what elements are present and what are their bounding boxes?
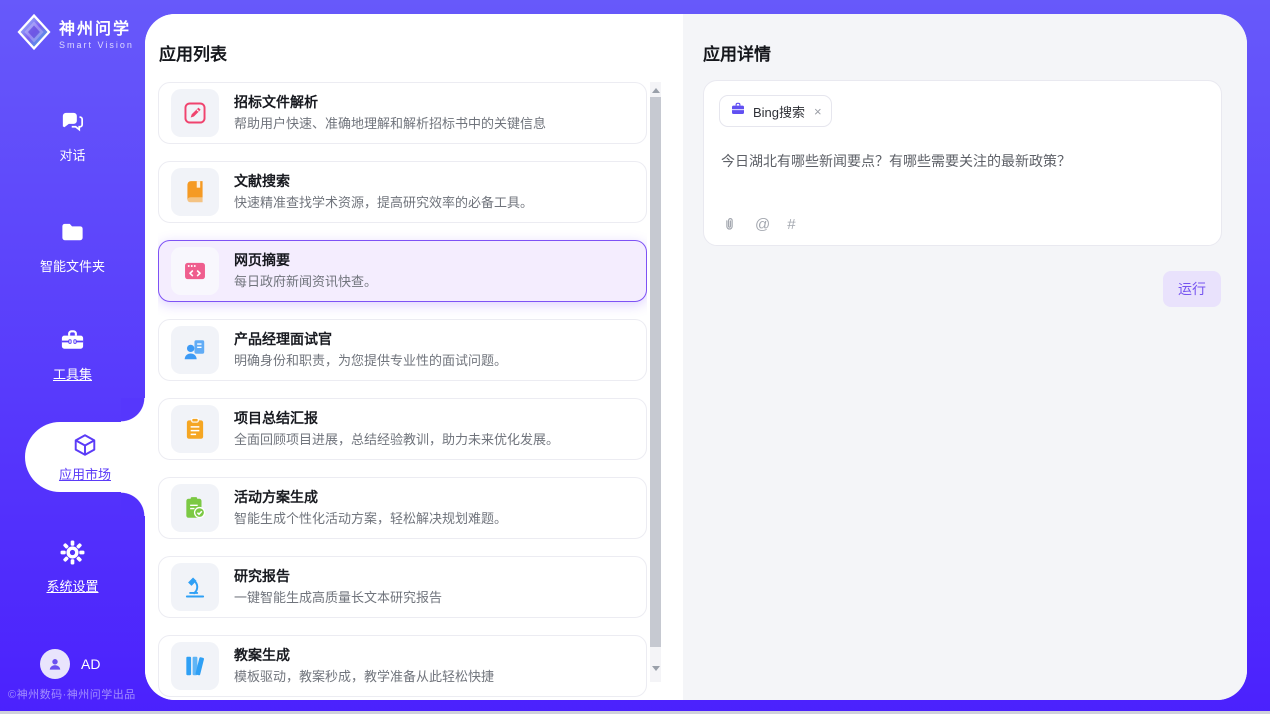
app-card[interactable]: 教案生成模板驱动，教案秒成，教学准备从此轻松快捷 [158, 635, 647, 697]
app-card-text: 网页摘要每日政府新闻资讯快查。 [234, 251, 377, 291]
diamond-logo-icon [17, 13, 51, 51]
brand-tagline: Smart Vision [59, 40, 134, 50]
app-card-desc: 模板驱动，教案秒成，教学准备从此轻松快捷 [234, 668, 494, 686]
app-card[interactable]: 招标文件解析帮助用户快速、准确地理解和解析招标书中的关键信息 [158, 82, 647, 144]
app-card[interactable]: 研究报告一键智能生成高质量长文本研究报告 [158, 556, 647, 618]
attachment-toolbar: @# [721, 216, 796, 233]
sidebar-item-settings[interactable]: 系统设置 [0, 539, 145, 595]
app-detail-panel: 应用详情 Bing搜索 × 今日湖北有哪些新闻要点？有哪些需要关注的最新政策？ … [683, 14, 1247, 700]
app-card[interactable]: 活动方案生成智能生成个性化活动方案，轻松解决规划难题。 [158, 477, 647, 539]
sidebar-item-label: 智能文件夹 [0, 256, 145, 275]
toolbox-icon [59, 341, 86, 358]
user-account[interactable]: AD [40, 649, 100, 679]
app-list-panel: 应用列表 招标文件解析帮助用户快速、准确地理解和解析招标书中的关键信息文献搜索快… [145, 14, 683, 700]
brand-name: 神州问学 [59, 15, 134, 39]
app-card-title: 项目总结汇报 [234, 409, 559, 428]
hash-icon[interactable]: # [787, 217, 795, 232]
app-card-desc: 一键智能生成高质量长文本研究报告 [234, 589, 442, 607]
app-card[interactable]: 网页摘要每日政府新闻资讯快查。 [158, 240, 647, 302]
app-card-title: 招标文件解析 [234, 93, 546, 112]
books-icon [171, 642, 219, 690]
main-window: 应用列表 招标文件解析帮助用户快速、准确地理解和解析招标书中的关键信息文献搜索快… [145, 14, 1247, 700]
app-card-title: 网页摘要 [234, 251, 377, 270]
bubble-fillet-bottom [121, 492, 145, 516]
book-icon [171, 168, 219, 216]
sidebar-item-tools[interactable]: 工具集 [0, 327, 145, 383]
app-card-title: 文献搜索 [234, 172, 533, 191]
app-card-text: 招标文件解析帮助用户快速、准确地理解和解析招标书中的关键信息 [234, 93, 546, 133]
scroll-down-icon[interactable] [650, 662, 661, 674]
tool-chip-label: Bing搜索 [753, 102, 805, 121]
scrollbar[interactable] [650, 82, 661, 682]
app-card-title: 教案生成 [234, 646, 494, 665]
doc-edit-icon [171, 89, 219, 137]
tool-chip-bing-search[interactable]: Bing搜索 × [719, 95, 832, 127]
app-card-text: 产品经理面试官明确身份和职责，为您提供专业性的面试问题。 [234, 330, 507, 370]
user-icon [46, 655, 64, 673]
scroll-up-icon[interactable] [650, 84, 661, 96]
app-list-title: 应用列表 [159, 40, 227, 65]
microscope-icon [171, 563, 219, 611]
app-card-title: 产品经理面试官 [234, 330, 507, 349]
folder-icon [59, 233, 86, 250]
app-card-desc: 每日政府新闻资讯快查。 [234, 273, 377, 291]
sidebar-item-label: 应用市场 [25, 464, 145, 483]
web-code-icon [171, 247, 219, 295]
copyright-footer: ©神州数码·神州问学出品 [8, 686, 136, 702]
avatar [40, 649, 70, 679]
sidebar-item-label: 对话 [0, 145, 145, 164]
app-card-text: 教案生成模板驱动，教案秒成，教学准备从此轻松快捷 [234, 646, 494, 686]
app-card-text: 研究报告一键智能生成高质量长文本研究报告 [234, 567, 442, 607]
query-text[interactable]: 今日湖北有哪些新闻要点？有哪些需要关注的最新政策？ [721, 151, 1204, 171]
app-detail-title: 应用详情 [703, 40, 771, 65]
sidebar-item-label: 系统设置 [0, 576, 145, 595]
app-card-text: 项目总结汇报全面回顾项目进展，总结经验教训，助力未来优化发展。 [234, 409, 559, 449]
cube-icon [72, 445, 98, 462]
scrollbar-thumb[interactable] [650, 97, 661, 647]
app-card-title: 研究报告 [234, 567, 442, 586]
app-card-desc: 全面回顾项目进展，总结经验教训，助力未来优化发展。 [234, 431, 559, 449]
gear-icon [59, 553, 86, 570]
sidebar-item-chat[interactable]: 对话 [0, 108, 145, 164]
prompt-input-card[interactable]: Bing搜索 × 今日湖北有哪些新闻要点？有哪些需要关注的最新政策？ @# [703, 80, 1222, 246]
bubble-fillet-top [121, 398, 145, 422]
sidebar-item-folders[interactable]: 智能文件夹 [0, 219, 145, 275]
sidebar-item-label: 工具集 [0, 364, 145, 383]
chat-icon [59, 122, 86, 139]
app-card-title: 活动方案生成 [234, 488, 507, 507]
briefcase-icon [730, 101, 746, 122]
close-icon[interactable]: × [814, 104, 822, 119]
app-card-desc: 智能生成个性化活动方案，轻松解决规划难题。 [234, 510, 507, 528]
sidebar: 神州问学 Smart Vision 对话智能文件夹工具集应用市场系统设置 AD … [0, 0, 145, 714]
app-card-desc: 帮助用户快速、准确地理解和解析招标书中的关键信息 [234, 115, 546, 133]
brand-logo: 神州问学 Smart Vision [17, 13, 134, 51]
app-card-text: 活动方案生成智能生成个性化活动方案，轻松解决规划难题。 [234, 488, 507, 528]
at-icon[interactable]: @ [755, 217, 770, 232]
app-card[interactable]: 文献搜索快速精准查找学术资源，提高研究效率的必备工具。 [158, 161, 647, 223]
plan-check-icon [171, 484, 219, 532]
app-card-desc: 明确身份和职责，为您提供专业性的面试问题。 [234, 352, 507, 370]
app-card-desc: 快速精准查找学术资源，提高研究效率的必备工具。 [234, 194, 533, 212]
sidebar-item-market[interactable]: 应用市场 [25, 422, 145, 492]
paperclip-icon[interactable] [721, 216, 738, 233]
report-pad-icon [171, 405, 219, 453]
app-card[interactable]: 产品经理面试官明确身份和职责，为您提供专业性的面试问题。 [158, 319, 647, 381]
app-card-text: 文献搜索快速精准查找学术资源，提高研究效率的必备工具。 [234, 172, 533, 212]
app-card-list: 招标文件解析帮助用户快速、准确地理解和解析招标书中的关键信息文献搜索快速精准查找… [158, 82, 647, 700]
user-name: AD [81, 656, 100, 672]
run-button[interactable]: 运行 [1163, 271, 1221, 307]
interviewer-icon [171, 326, 219, 374]
app-card[interactable]: 项目总结汇报全面回顾项目进展，总结经验教训，助力未来优化发展。 [158, 398, 647, 460]
